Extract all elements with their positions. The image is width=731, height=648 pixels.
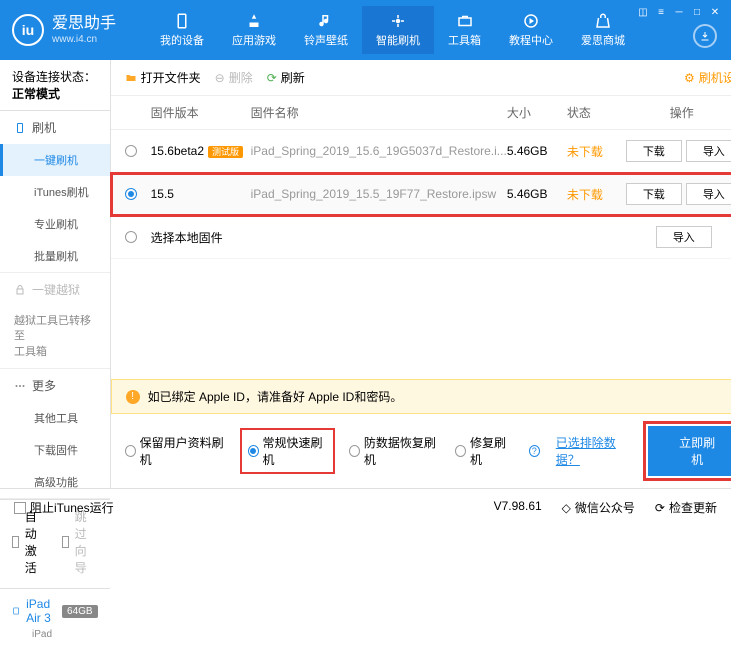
- main-nav: 我的设备 应用游戏 铃声壁纸 智能刷机 工具箱 教程中心 爱思商城: [146, 6, 639, 54]
- option-anti-recovery[interactable]: 防数据恢复刷机: [349, 434, 439, 468]
- refresh-icon: ⟳: [267, 71, 277, 85]
- beta-badge: 测试版: [208, 146, 243, 158]
- download-button[interactable]: 下载: [626, 183, 682, 205]
- tablet-icon: [12, 604, 20, 618]
- wechat-link[interactable]: ◇微信公众号: [562, 499, 635, 516]
- download-button[interactable]: 下载: [626, 140, 682, 162]
- refresh-button[interactable]: ⟳刷新: [267, 69, 305, 86]
- firmware-row[interactable]: 15.6beta2测试版 iPad_Spring_2019_15.6_19G50…: [111, 130, 731, 173]
- statusbar: 阻止iTunes运行 V7.98.61 ◇微信公众号 ⟳检查更新: [0, 488, 731, 526]
- sidebar: 设备连接状态：正常模式 刷机 一键刷机 iTunes刷机 专业刷机 批量刷机 一…: [0, 60, 111, 488]
- update-icon: ⟳: [655, 501, 665, 515]
- firmware-table-header: 固件版本 固件名称 大小 状态 操作: [111, 96, 731, 130]
- help-icon[interactable]: ?: [529, 445, 540, 457]
- appleid-warning: ! 如已绑定 Apple ID，请准备好 Apple ID和密码。 ✕: [111, 379, 731, 414]
- option-normal-flash[interactable]: 常规快速刷机: [242, 430, 333, 472]
- menu-icon[interactable]: ≡: [653, 6, 669, 18]
- download-manager-icon[interactable]: [693, 24, 717, 48]
- menu-itunes-flash[interactable]: iTunes刷机: [0, 176, 110, 208]
- device-info[interactable]: iPad Air 364GB iPad: [0, 588, 110, 648]
- main-panel: 打开文件夹 ⊖删除 ⟳刷新 ⚙刷机设置 固件版本 固件名称 大小 状态 操作 1…: [111, 60, 731, 488]
- app-title: 爱思助手: [52, 14, 116, 33]
- menu-other-tools[interactable]: 其他工具: [0, 402, 110, 434]
- folder-icon: [125, 72, 137, 84]
- nav-apps[interactable]: 应用游戏: [218, 6, 290, 54]
- exclude-data-link[interactable]: 已选排除数据？: [556, 434, 632, 468]
- menu-download-fw[interactable]: 下载固件: [0, 434, 110, 466]
- nav-store[interactable]: 爱思商城: [567, 6, 639, 54]
- import-button[interactable]: 导入: [656, 226, 712, 248]
- maximize-icon[interactable]: □: [689, 6, 705, 18]
- skip-guide-checkbox[interactable]: [62, 536, 69, 548]
- firmware-radio[interactable]: [125, 231, 137, 243]
- menu-more-header[interactable]: 更多: [0, 369, 110, 402]
- nav-toolbox[interactable]: 工具箱: [434, 6, 495, 54]
- nav-tutorial[interactable]: 教程中心: [495, 6, 567, 54]
- import-button[interactable]: 导入: [686, 183, 731, 205]
- firmware-radio[interactable]: [125, 145, 137, 157]
- firmware-row[interactable]: 15.5 iPad_Spring_2019_15.5_19F77_Restore…: [111, 173, 731, 216]
- menu-advanced[interactable]: 高级功能: [0, 466, 110, 498]
- menu-pro-flash[interactable]: 专业刷机: [0, 208, 110, 240]
- app-url: www.i4.cn: [52, 34, 116, 46]
- open-folder-button[interactable]: 打开文件夹: [125, 69, 201, 86]
- logo-icon: iu: [12, 14, 44, 46]
- firmware-radio[interactable]: [125, 188, 137, 200]
- import-button[interactable]: 导入: [686, 140, 731, 162]
- delete-icon: ⊖: [215, 71, 225, 85]
- titlebar: iu 爱思助手 www.i4.cn 我的设备 应用游戏 铃声壁纸 智能刷机 工具…: [0, 0, 731, 60]
- menu-jailbreak-header[interactable]: 一键越狱: [0, 273, 110, 306]
- menu-oneclick-flash[interactable]: 一键刷机: [0, 144, 110, 176]
- check-update-link[interactable]: ⟳检查更新: [655, 499, 717, 516]
- connection-status: 设备连接状态：正常模式: [0, 60, 110, 111]
- menu-batch-flash[interactable]: 批量刷机: [0, 240, 110, 272]
- app-logo: iu 爱思助手 www.i4.cn: [12, 14, 116, 46]
- block-itunes-checkbox[interactable]: 阻止iTunes运行: [14, 499, 114, 516]
- nav-media[interactable]: 铃声壁纸: [290, 6, 362, 54]
- menu-flash-header[interactable]: 刷机: [0, 111, 110, 144]
- flash-settings-button[interactable]: ⚙刷机设置: [684, 69, 731, 86]
- gear-icon: ⚙: [684, 71, 695, 85]
- delete-button[interactable]: ⊖删除: [215, 69, 253, 86]
- minimize-icon[interactable]: ─: [671, 6, 687, 18]
- window-controls: ◫ ≡ ─ □ ✕: [635, 6, 723, 18]
- nav-flash[interactable]: 智能刷机: [362, 6, 434, 54]
- auto-activate-checkbox[interactable]: [12, 536, 19, 548]
- jailbreak-note: 越狱工具已转移至 工具箱: [0, 306, 110, 368]
- option-keep-data[interactable]: 保留用户资料刷机: [125, 434, 226, 468]
- close-icon[interactable]: ✕: [707, 6, 723, 18]
- flash-now-button[interactable]: 立即刷机: [648, 426, 731, 476]
- warning-icon: !: [126, 390, 140, 404]
- nav-my-device[interactable]: 我的设备: [146, 6, 218, 54]
- version-label: V7.98.61: [494, 499, 542, 516]
- option-repair-flash[interactable]: 修复刷机: [455, 434, 513, 468]
- skin-icon[interactable]: ◫: [635, 6, 651, 18]
- wechat-icon: ◇: [562, 501, 571, 515]
- local-firmware-row[interactable]: 选择本地固件 导入: [111, 216, 731, 259]
